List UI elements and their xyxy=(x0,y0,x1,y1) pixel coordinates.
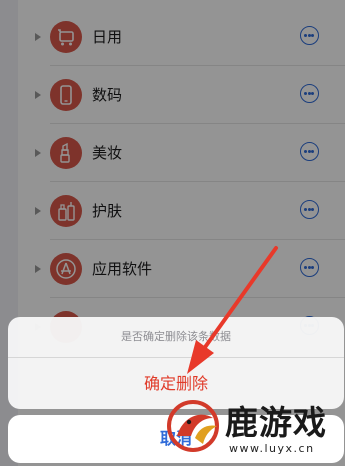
watermark-logo-icon xyxy=(167,400,219,452)
watermark: 鹿游戏 www.luyx.cn xyxy=(165,392,345,466)
watermark-brand: 鹿游戏 xyxy=(225,403,327,442)
watermark-url: www.luyx.cn xyxy=(229,442,315,455)
